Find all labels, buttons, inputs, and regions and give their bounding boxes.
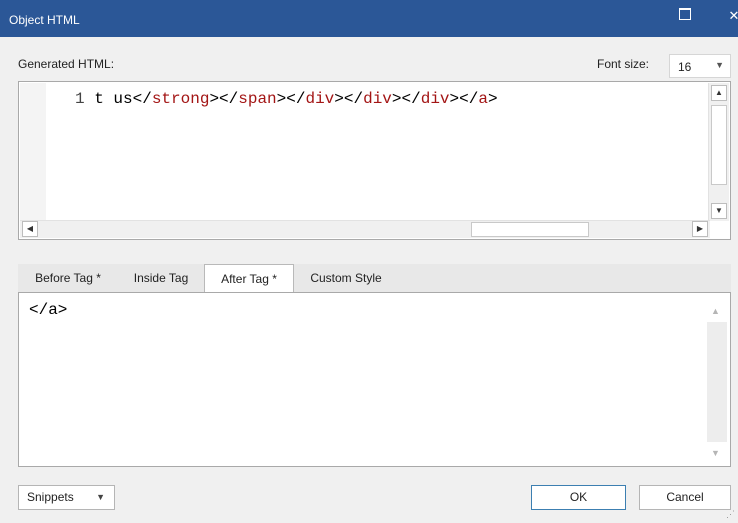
code-tag-name: strong: [151, 90, 210, 108]
tab-custom-style[interactable]: Custom Style: [296, 264, 396, 292]
scroll-down-icon[interactable]: ▼: [711, 448, 720, 458]
title-bar: Object HTML ✕: [0, 0, 738, 37]
scroll-up-icon[interactable]: ▲: [711, 85, 727, 101]
cancel-button[interactable]: Cancel: [639, 485, 731, 510]
code-tag-name: div: [305, 90, 335, 108]
scroll-down-icon[interactable]: ▼: [711, 203, 727, 219]
tab-before-tag[interactable]: Before Tag *: [18, 264, 118, 292]
code-text: ></: [209, 90, 239, 108]
window-title: Object HTML: [9, 13, 80, 27]
font-size-value: 16: [678, 60, 692, 74]
code-tag-name: span: [238, 90, 277, 108]
generated-html-editor[interactable]: 1 t us</strong></span></div></div></div>…: [18, 81, 731, 240]
code-text: ></: [334, 90, 364, 108]
close-icon[interactable]: ✕: [724, 6, 738, 26]
horizontal-scroll-thumb[interactable]: [471, 222, 589, 237]
chevron-down-icon: ▼: [96, 492, 105, 502]
editor-gutter: [20, 83, 46, 223]
resize-grip-icon[interactable]: ⋰: [726, 509, 735, 520]
code-text: ></: [449, 90, 479, 108]
after-tag-content[interactable]: </a>: [29, 301, 67, 319]
code-tag-name: div: [363, 90, 392, 108]
snippets-label: Snippets: [27, 490, 74, 504]
scroll-left-icon[interactable]: ◀: [22, 221, 38, 237]
font-size-label: Font size:: [597, 57, 650, 71]
maximize-icon[interactable]: [679, 8, 691, 20]
code-text: >: [487, 90, 498, 108]
scroll-right-icon[interactable]: ▶: [692, 221, 708, 237]
code-tag-name: a: [478, 90, 488, 108]
code-tag-name: div: [420, 90, 450, 108]
vertical-scroll-thumb[interactable]: [711, 105, 727, 185]
code-text: ></: [276, 90, 306, 108]
scroll-up-icon[interactable]: ▲: [711, 306, 720, 316]
snippets-button[interactable]: Snippets ▼: [18, 485, 115, 510]
vertical-scrollbar[interactable]: ▲ ▼: [708, 83, 729, 221]
ok-button[interactable]: OK: [531, 485, 626, 510]
chevron-down-icon: ▼: [715, 60, 724, 70]
tab-inside-tag[interactable]: Inside Tag: [119, 264, 203, 292]
code-content: t us</strong></span></div></div></div></…: [94, 90, 497, 108]
scroll-track[interactable]: [707, 322, 727, 442]
generated-html-label: Generated HTML:: [18, 57, 115, 71]
code-text: </: [132, 90, 152, 108]
tag-tabs: Before Tag * Inside Tag After Tag * Cust…: [18, 264, 731, 293]
code-text: ></: [391, 90, 421, 108]
font-size-select[interactable]: 16 ▼: [669, 54, 731, 78]
tag-editor-scrollbar[interactable]: ▲ ▼: [703, 294, 729, 465]
code-line: 1 t us</strong></span></div></div></div>…: [75, 90, 498, 108]
line-number: 1: [75, 90, 85, 108]
tab-after-tag[interactable]: After Tag *: [204, 264, 294, 293]
after-tag-editor[interactable]: </a> ▲ ▼: [18, 292, 731, 467]
code-text: t us: [94, 90, 133, 108]
horizontal-scrollbar[interactable]: ◀ ▶: [20, 220, 710, 238]
